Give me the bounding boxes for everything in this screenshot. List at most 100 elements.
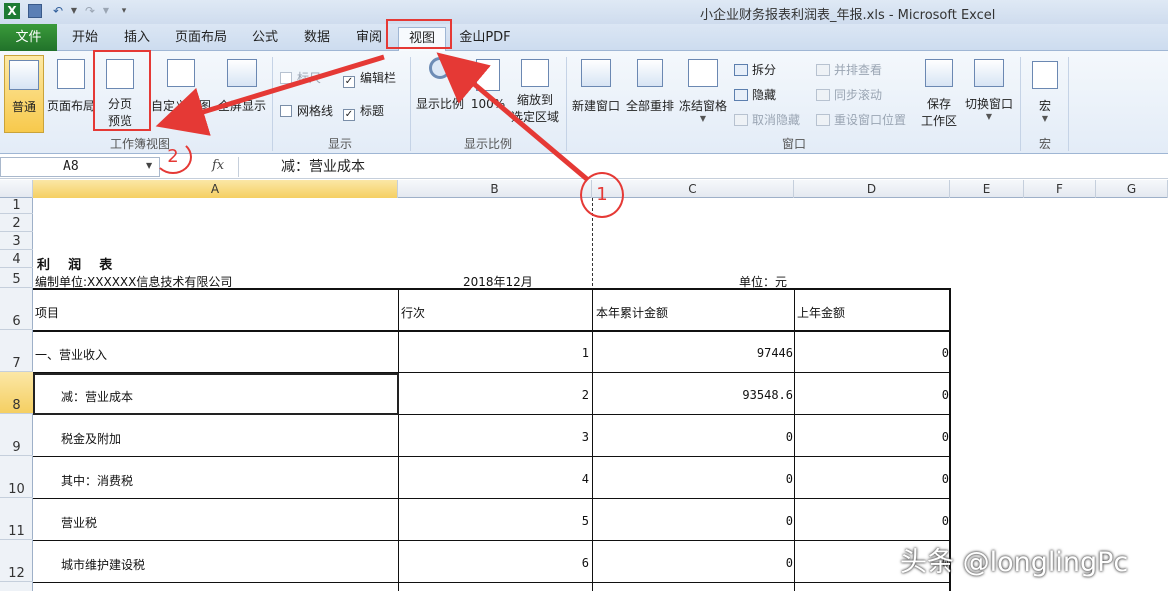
column-header-f[interactable]: F (1024, 180, 1096, 198)
step-2-badge: 2 (154, 140, 192, 174)
column-header-a[interactable]: A (33, 180, 398, 198)
gridlines-checkbox[interactable]: 网格线 (280, 102, 333, 119)
macros-icon (1032, 61, 1058, 89)
headings-checkbox[interactable]: ✓ 标题 (343, 102, 384, 121)
page-layout-view-button[interactable]: 页面布局 (46, 55, 96, 133)
hide-icon (734, 89, 748, 101)
row-header-7[interactable]: 7 (0, 330, 33, 372)
table-hline (33, 456, 951, 457)
table-row-line: 5 (581, 514, 589, 528)
redo-icon[interactable]: ↷ (82, 3, 98, 19)
customize-toolbar-icon[interactable]: ▾ (116, 3, 132, 19)
freeze-panes-button[interactable]: 冻结窗格 ▼ (676, 55, 730, 133)
table-row-item: 城市维护建设税 (61, 558, 146, 572)
column-header-b[interactable]: B (398, 180, 592, 198)
table-row-current: 97446 (756, 346, 793, 360)
row-header-12[interactable]: 12 (0, 540, 33, 582)
view-tab-highlight (386, 19, 452, 49)
tab-file[interactable]: 文件 (0, 24, 57, 51)
unhide-button[interactable]: 取消隐藏 (734, 111, 800, 128)
sheet-grid[interactable]: 利 润 表 编制单位:XXXXXX信息技术有限公司 2018年12月 单位：元 … (33, 198, 1168, 591)
name-box-dropdown-icon[interactable]: ▼ (146, 161, 152, 170)
formula-bar-checkbox[interactable]: ✓ 编辑栏 (343, 69, 396, 88)
arrange-all-button[interactable]: 全部重排 (624, 55, 676, 133)
window-group-label: 窗口 (781, 137, 806, 151)
ruler-checkbox[interactable]: 标尺 (280, 69, 321, 86)
table-row-prior: 0 (941, 388, 949, 402)
tab-formulas[interactable]: 公式 (242, 27, 288, 51)
tab-page-layout[interactable]: 页面布局 (168, 27, 234, 51)
row-headers: 1 2 3 4 5 6 7 8 9 10 11 12 (0, 198, 33, 591)
zoom-to-selection-button[interactable]: 缩放到 选定区域 (508, 55, 562, 133)
dropdown-arrow-icon: ▼ (699, 114, 707, 123)
normal-view-button[interactable]: 普通 (4, 55, 44, 133)
row-header-3[interactable]: 3 (0, 232, 33, 250)
macros-button[interactable]: 宏 ▼ (1026, 55, 1064, 133)
view-side-by-side-button[interactable]: 并排查看 (816, 61, 882, 78)
table-row-current: 0 (785, 514, 793, 528)
tab-home[interactable]: 开始 (62, 27, 108, 51)
zoom-100-button[interactable]: 100% (468, 55, 508, 133)
name-box[interactable]: A8 (0, 157, 160, 177)
row-header-11[interactable]: 11 (0, 498, 33, 540)
save-workspace-icon (925, 59, 953, 87)
fullscreen-button[interactable]: 全屏显示 (214, 55, 270, 133)
header-line-no: 行次 (401, 306, 426, 320)
column-header-g[interactable]: G (1096, 180, 1168, 198)
tab-insert[interactable]: 插入 (114, 27, 160, 51)
row-header-8[interactable]: 8 (0, 372, 33, 414)
column-header-d[interactable]: D (794, 180, 950, 198)
table-row-current: 0 (785, 556, 793, 570)
select-all-corner[interactable] (0, 180, 33, 198)
row-header-2[interactable]: 2 (0, 214, 33, 232)
row-header-6[interactable]: 6 (0, 288, 33, 330)
tab-kingsoft-pdf[interactable]: 金山PDF (452, 27, 518, 51)
custom-views-button[interactable]: 自定义视图 (150, 55, 212, 133)
table-row-item: 一、营业收入 (35, 348, 108, 362)
watermark: 头条 @longlingPc (900, 547, 1129, 578)
window-title: 小企业财务报表利润表_年报.xls - Microsoft Excel (700, 8, 996, 23)
formula-input[interactable]: 减：营业成本 (238, 157, 1168, 177)
split-icon (734, 64, 748, 76)
split-button[interactable]: 拆分 (734, 61, 776, 78)
table-row-line: 2 (581, 388, 589, 402)
redo-dropdown-icon[interactable]: ▼ (98, 3, 114, 19)
row-header-9[interactable]: 9 (0, 414, 33, 456)
new-window-button[interactable]: 新建窗口 (570, 55, 622, 133)
row-header-1[interactable]: 1 (0, 198, 33, 214)
new-window-icon (581, 59, 611, 87)
undo-dropdown-icon[interactable]: ▼ (66, 3, 82, 19)
column-header-e[interactable]: E (950, 180, 1024, 198)
table-row-item: 营业税 (61, 516, 98, 530)
table-row-line: 6 (581, 556, 589, 570)
row-header-10[interactable]: 10 (0, 456, 33, 498)
save-icon[interactable] (28, 4, 42, 18)
table-row-current: 93548.6 (742, 388, 793, 402)
fullscreen-icon (227, 59, 257, 87)
step-1-badge: 1 (580, 172, 624, 218)
page-break-preview-highlight (93, 50, 151, 131)
custom-views-icon (167, 59, 195, 87)
ribbon: 普通 页面布局 分页 预览 自定义视图 全屏显示 工作簿视图 标尺 ✓ 编辑栏 网… (0, 50, 1168, 154)
excel-app-icon[interactable]: X (4, 3, 20, 19)
row-header-4[interactable]: 4 (0, 250, 33, 268)
page-layout-icon (57, 59, 85, 89)
zoom-button[interactable]: 显示比例 (414, 55, 466, 133)
switch-windows-button[interactable]: 切换窗口 ▼ (962, 55, 1016, 133)
sync-scroll-button[interactable]: 同步滚动 (816, 86, 882, 103)
unhide-icon (734, 114, 748, 126)
hide-button[interactable]: 隐藏 (734, 86, 776, 103)
header-prior-amount: 上年金额 (797, 306, 846, 320)
tab-data[interactable]: 数据 (294, 27, 340, 51)
save-workspace-button[interactable]: 保存 工作区 (916, 55, 962, 133)
sync-scroll-icon (816, 89, 830, 101)
insert-function-icon[interactable]: fx (212, 158, 224, 173)
group-separator (566, 57, 567, 151)
group-separator (272, 57, 273, 151)
table-row-item: 其中：消费税 (61, 474, 134, 488)
table-hline (33, 330, 951, 332)
row-header-5[interactable]: 5 (0, 268, 33, 288)
reset-window-position-button[interactable]: 重设窗口位置 (816, 111, 906, 128)
undo-icon[interactable]: ↶ (50, 3, 66, 19)
group-separator (1020, 57, 1021, 151)
